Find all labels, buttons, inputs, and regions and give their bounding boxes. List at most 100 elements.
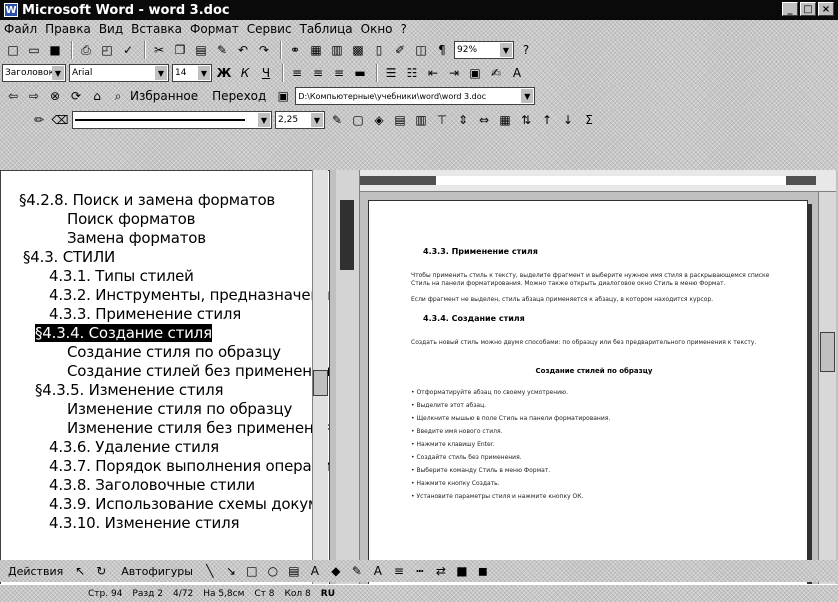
line-icon[interactable]: ╲ xyxy=(201,562,219,580)
go-menu[interactable]: Переход xyxy=(212,89,266,103)
favorites-menu[interactable]: Избранное xyxy=(130,89,198,103)
print-icon[interactable]: ⎙ xyxy=(77,41,95,59)
docmap-item[interactable]: §4.2.8. Поиск и замена форматов xyxy=(1,191,329,210)
docmap-item[interactable]: §4.3. СТИЛИ xyxy=(1,248,329,267)
bullets-icon[interactable]: ☷ xyxy=(403,64,421,82)
borders-icon[interactable]: ▣ xyxy=(466,64,484,82)
home-icon[interactable]: ⌂ xyxy=(88,87,106,105)
hyperlink-icon[interactable]: ⚭ xyxy=(286,41,304,59)
document-page[interactable]: 4.3.3. Применение стиля Чтобы применить … xyxy=(368,200,808,588)
format-painter-icon[interactable]: ✎ xyxy=(213,41,231,59)
document-map-icon[interactable]: ◫ xyxy=(412,41,430,59)
sort-ascending-icon[interactable]: ↑ xyxy=(538,111,556,129)
autoshapes-menu[interactable]: Автофигуры xyxy=(121,565,193,578)
insert-table-icon[interactable]: ▥ xyxy=(328,41,346,59)
docmap-item[interactable]: 4.3.3. Применение стиля xyxy=(1,305,329,324)
docmap-item[interactable]: 4.3.2. Инструменты, предназначенные xyxy=(1,286,329,305)
text-box-icon[interactable]: ▤ xyxy=(285,562,303,580)
docmap-item[interactable]: 4.3.7. Порядок выполнения операций xyxy=(1,457,329,476)
autoformat-icon[interactable]: ▦ xyxy=(496,111,514,129)
font-color-icon[interactable]: A xyxy=(369,562,387,580)
shading-color-icon[interactable]: ◈ xyxy=(370,111,388,129)
columns-icon[interactable]: ▯ xyxy=(370,41,388,59)
bold-icon[interactable]: Ж xyxy=(215,64,233,82)
highlight-icon[interactable]: ✍ xyxy=(487,64,505,82)
dash-style-icon[interactable]: ┅ xyxy=(411,562,429,580)
align-center-icon[interactable]: ≡ xyxy=(309,64,327,82)
font-color-icon[interactable]: A xyxy=(508,64,526,82)
italic-icon[interactable]: К xyxy=(236,64,254,82)
docmap-item[interactable]: 4.3.6. Удаление стиля xyxy=(1,438,329,457)
shadow-icon[interactable]: ■ xyxy=(453,562,471,580)
draw-table-icon[interactable]: ✏ xyxy=(30,111,48,129)
style-select[interactable]: Заголовок 3 ▼ xyxy=(2,64,66,82)
merge-cells-icon[interactable]: ▤ xyxy=(391,111,409,129)
line-weight-select[interactable]: 2,25 ▼ xyxy=(275,111,325,129)
menu-table[interactable]: Таблица xyxy=(300,22,353,36)
menu-format[interactable]: Формат xyxy=(190,22,239,36)
docmap-item[interactable]: Изменение стиля по образцу xyxy=(1,400,329,419)
show-hide-icon[interactable]: ¶ xyxy=(433,41,451,59)
new-document-icon[interactable]: □ xyxy=(4,41,22,59)
border-color-icon[interactable]: ✎ xyxy=(328,111,346,129)
align-left-icon[interactable]: ≡ xyxy=(288,64,306,82)
redo-icon[interactable]: ↷ xyxy=(255,41,273,59)
fill-color-icon[interactable]: ◆ xyxy=(327,562,345,580)
justify-icon[interactable]: ▬ xyxy=(351,64,369,82)
save-icon[interactable]: ■ xyxy=(46,41,64,59)
tables-borders-icon[interactable]: ▦ xyxy=(307,41,325,59)
stop-icon[interactable]: ⊗ xyxy=(46,87,64,105)
docmap-item[interactable]: Изменение стиля без применения xyxy=(1,419,329,438)
menu-help[interactable]: ? xyxy=(401,22,407,36)
maximize-button[interactable]: □ xyxy=(800,2,816,16)
menu-file[interactable]: Файл xyxy=(4,22,37,36)
eraser-icon[interactable]: ⌫ xyxy=(51,111,69,129)
back-icon[interactable]: ⇦ xyxy=(4,87,22,105)
arrow-style-icon[interactable]: ⇄ xyxy=(432,562,450,580)
align-right-icon[interactable]: ≡ xyxy=(330,64,348,82)
docmap-item[interactable]: Поиск форматов xyxy=(1,210,329,229)
underline-icon[interactable]: Ч xyxy=(257,64,275,82)
distribute-rows-icon[interactable]: ⇕ xyxy=(454,111,472,129)
docmap-item[interactable]: Создание стилей без применения xyxy=(1,362,329,381)
autosum-icon[interactable]: Σ xyxy=(580,111,598,129)
close-button[interactable]: × xyxy=(818,2,834,16)
minimize-button[interactable]: _ xyxy=(782,2,798,16)
docmap-item-selected[interactable]: §4.3.4. Создание стиля xyxy=(1,324,329,343)
spelling-icon[interactable]: ✓ xyxy=(119,41,137,59)
address-field[interactable]: D:\Компьютерные\учебники\word\word 3.doc… xyxy=(295,87,536,105)
free-rotate-icon[interactable]: ↻ xyxy=(92,562,110,580)
docmap-scroll-thumb[interactable] xyxy=(313,370,328,396)
docmap-item[interactable]: §4.3.5. Изменение стиля xyxy=(1,381,329,400)
numbering-icon[interactable]: ☰ xyxy=(382,64,400,82)
print-preview-icon[interactable]: ◰ xyxy=(98,41,116,59)
menu-tools[interactable]: Сервис xyxy=(247,22,292,36)
menu-view[interactable]: Вид xyxy=(99,22,123,36)
line-style-select[interactable]: ▼ xyxy=(72,111,272,129)
show-only-web-toolbar-icon[interactable]: ▣ xyxy=(274,87,292,105)
line-style-icon[interactable]: ≡ xyxy=(390,562,408,580)
docmap-item[interactable]: Замена форматов xyxy=(1,229,329,248)
copy-icon[interactable]: ❐ xyxy=(171,41,189,59)
zoom-select[interactable]: 92% ▼ xyxy=(454,41,514,59)
search-icon[interactable]: ⌕ xyxy=(109,87,127,105)
horizontal-ruler[interactable] xyxy=(336,170,836,192)
forward-icon[interactable]: ⇨ xyxy=(25,87,43,105)
decrease-indent-icon[interactable]: ⇤ xyxy=(424,64,442,82)
font-size-select[interactable]: 14 ▼ xyxy=(172,64,212,82)
refresh-icon[interactable]: ⟳ xyxy=(67,87,85,105)
docmap-item[interactable]: 4.3.8. Заголовочные стили xyxy=(1,476,329,495)
menu-edit[interactable]: Правка xyxy=(45,22,91,36)
outside-border-icon[interactable]: ▢ xyxy=(349,111,367,129)
vertical-ruler[interactable] xyxy=(336,170,360,588)
insert-excel-icon[interactable]: ▩ xyxy=(349,41,367,59)
drawing-icon[interactable]: ✐ xyxy=(391,41,409,59)
sort-descending-icon[interactable]: ↓ xyxy=(559,111,577,129)
distribute-columns-icon[interactable]: ⇔ xyxy=(475,111,493,129)
word-app-icon[interactable]: W xyxy=(4,3,18,17)
wordart-icon[interactable]: A xyxy=(306,562,324,580)
arrow-icon[interactable]: ↘ xyxy=(222,562,240,580)
paste-icon[interactable]: ▤ xyxy=(192,41,210,59)
menu-window[interactable]: Окно xyxy=(361,22,393,36)
increase-indent-icon[interactable]: ⇥ xyxy=(445,64,463,82)
